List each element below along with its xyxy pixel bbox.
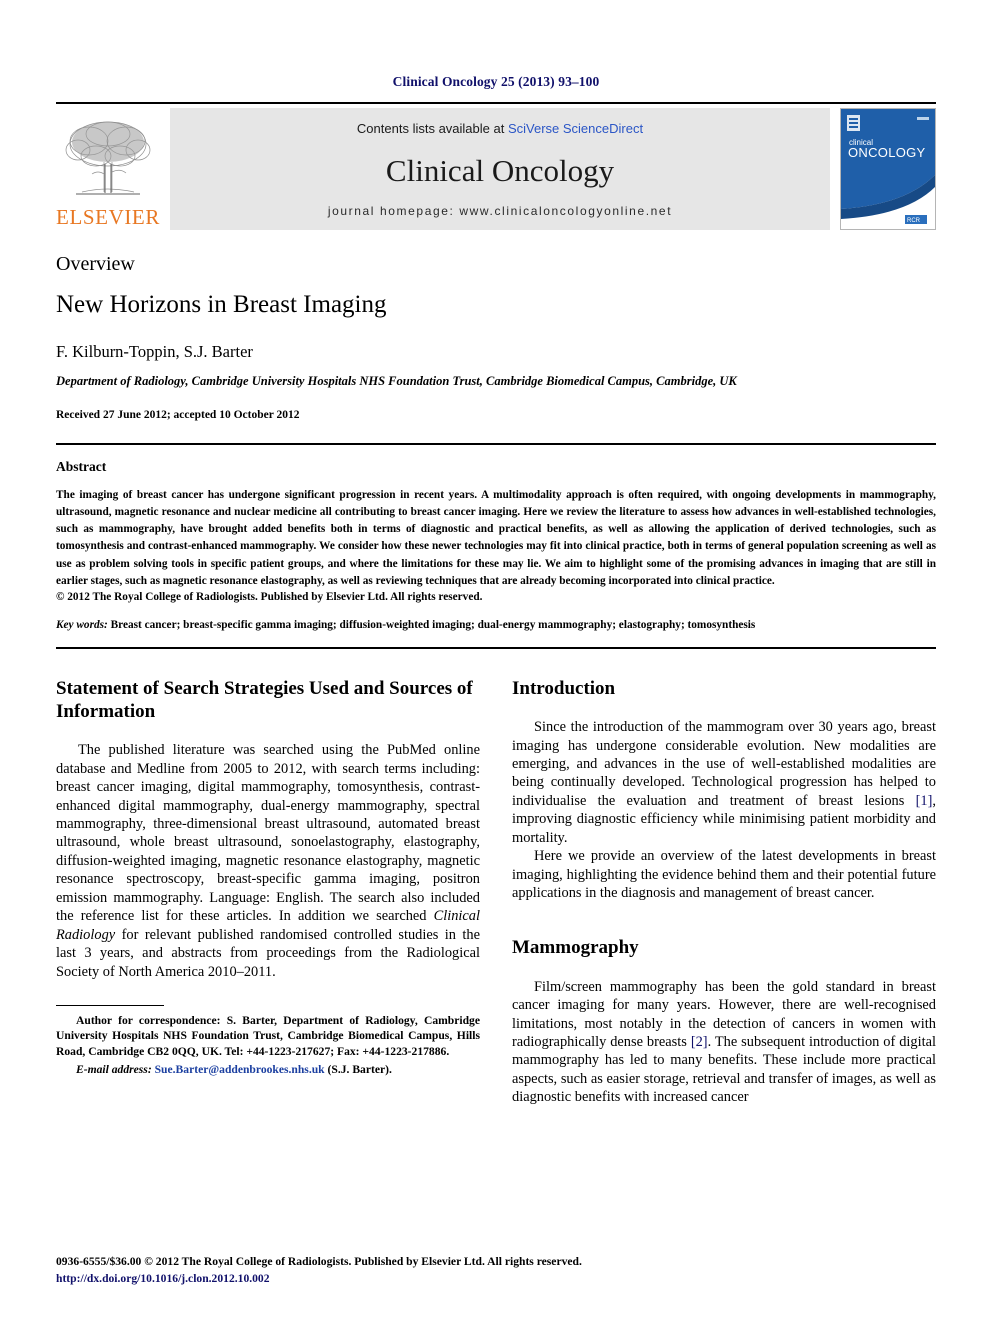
- email-address-link[interactable]: Sue.Barter@addenbrookes.nhs.uk: [155, 1063, 325, 1076]
- abstract-block: Abstract The imaging of breast cancer ha…: [56, 445, 936, 631]
- paragraph-intro-2: Here we provide an overview of the lates…: [512, 848, 936, 902]
- svg-text:RCR: RCR: [907, 218, 921, 224]
- intro-part1: Since the introduction of the mammogram …: [512, 719, 936, 809]
- keywords-label: Key words:: [56, 618, 108, 631]
- paragraph-search-strategies: The published literature was searched us…: [56, 741, 480, 981]
- svg-text:ONCOLOGY: ONCOLOGY: [848, 145, 926, 160]
- contents-prefix: Contents lists available at: [356, 121, 508, 136]
- running-head: Clinical Oncology 25 (2013) 93–100: [392, 74, 600, 89]
- masthead-center: Contents lists available at SciVerse Sci…: [170, 108, 830, 230]
- email-label: E-mail address:: [76, 1063, 152, 1077]
- document-type: Overview: [56, 253, 135, 275]
- elsevier-wordmark: ELSEVIER: [56, 205, 160, 229]
- correspondence-footnote: Author for correspondence: S. Barter, De…: [56, 1004, 480, 1078]
- doi-link[interactable]: http://dx.doi.org/10.1016/j.clon.2012.10…: [56, 1271, 936, 1287]
- journal-homepage-link[interactable]: journal homepage: www.clinicaloncologyon…: [328, 204, 672, 218]
- section-heading-introduction: Introduction: [512, 677, 616, 699]
- email-suffix: (S.J. Barter).: [324, 1063, 392, 1077]
- article-head: Overview New Horizons in Breast Imaging …: [56, 230, 936, 421]
- keywords-values: Breast cancer; breast-specific gamma ima…: [107, 618, 756, 631]
- abstract-copyright: © 2012 The Royal College of Radiologists…: [56, 590, 483, 603]
- paragraph-intro-1: Since the introduction of the mammogram …: [512, 718, 936, 847]
- left-column: Statement of Search Strategies Used and …: [56, 677, 480, 1107]
- right-column: Introduction Since the introduction of t…: [512, 677, 936, 1107]
- abstract-label: Abstract: [56, 459, 107, 474]
- search-para-part2: for relevant published randomised contro…: [56, 926, 480, 980]
- received-accepted-dates: Received 27 June 2012; accepted 10 Octob…: [56, 409, 300, 421]
- cover-art: clinical ONCOLOGY RCR: [841, 109, 935, 229]
- contents-available-line: Contents lists available at SciVerse Sci…: [357, 121, 643, 136]
- body-columns: Statement of Search Strategies Used and …: [56, 649, 936, 1107]
- section-heading-mammography: Mammography: [512, 937, 639, 959]
- citation-ref-2[interactable]: [2]: [691, 1034, 708, 1050]
- journal-cover-thumbnail: clinical ONCOLOGY RCR: [840, 108, 936, 230]
- journal-title: Clinical Oncology: [385, 152, 615, 188]
- keywords-line: Key words: Breast cancer; breast-specifi…: [56, 619, 936, 631]
- author-list: F. Kilburn-Toppin, S.J. Barter: [56, 342, 253, 361]
- elsevier-logo: ELSEVIER: [56, 108, 160, 230]
- abstract-text: The imaging of breast cancer has undergo…: [56, 489, 936, 587]
- masthead-top-rule: [56, 102, 936, 104]
- citation-ref-1[interactable]: [1]: [916, 793, 933, 809]
- email-line: E-mail address: Sue.Barter@addenbrookes.…: [56, 1062, 480, 1077]
- sciencedirect-link[interactable]: SciVerse ScienceDirect: [508, 121, 643, 136]
- correspondence-text: Author for correspondence: S. Barter, De…: [56, 1013, 480, 1058]
- search-para-part1: The published literature was searched us…: [56, 742, 480, 925]
- footnote-divider: [56, 1004, 164, 1006]
- section-heading-search-strategies: Statement of Search Strategies Used and …: [56, 677, 473, 723]
- journal-masthead: ELSEVIER Contents lists available at Sci…: [56, 108, 936, 230]
- affiliation: Department of Radiology, Cambridge Unive…: [56, 374, 737, 388]
- article-page: Clinical Oncology 25 (2013) 93–100 ELSEV…: [0, 0, 992, 1323]
- page-title: New Horizons in Breast Imaging: [56, 291, 387, 318]
- issn-copyright-line: 0936-6555/$36.00 © 2012 The Royal Colleg…: [56, 1255, 582, 1269]
- paragraph-mammography-1: Film/screen mammography has been the gol…: [512, 978, 936, 1107]
- page-footer: 0936-6555/$36.00 © 2012 The Royal Colleg…: [56, 1254, 936, 1287]
- elsevier-tree-icon: [65, 121, 151, 195]
